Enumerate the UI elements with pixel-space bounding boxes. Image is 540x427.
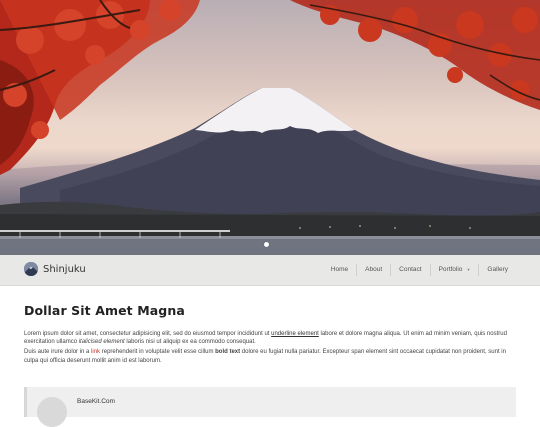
avatar bbox=[37, 397, 67, 427]
mountain-landscape-illustration bbox=[0, 0, 540, 255]
page-title: Dollar Sit Amet Magna bbox=[24, 303, 185, 318]
chevron-down-icon: ▼ bbox=[466, 267, 471, 272]
nav-portfolio-label: Portfolio bbox=[438, 266, 463, 273]
paragraph-1: Lorem ipsum dolor sit amet, consectetur … bbox=[24, 330, 516, 346]
nav-gallery-label: Gallery bbox=[487, 266, 508, 273]
main-content: Dollar Sit Amet Magna Lorem ipsum dolor … bbox=[24, 303, 516, 365]
bold-text: bold text bbox=[215, 349, 241, 356]
mountain-logo-icon bbox=[24, 262, 38, 276]
paragraph-2: Duis aute irure dolor in a link reprehen… bbox=[24, 348, 516, 364]
brand-name: Shinjuku bbox=[43, 263, 86, 275]
brand[interactable]: Shinjuku bbox=[24, 262, 86, 276]
nav-contact-label: Contact bbox=[399, 266, 422, 273]
hero-banner-image bbox=[0, 0, 540, 255]
navbar: Shinjuku Home About Contact Portfolio ▼ … bbox=[0, 255, 540, 286]
nav-home-label: Home bbox=[330, 266, 349, 273]
p1-text-c: laboris nisi ut aliquip ex ea commodo co… bbox=[124, 339, 256, 346]
slider-dot[interactable] bbox=[264, 242, 269, 247]
nav-item-home[interactable]: Home bbox=[323, 264, 356, 276]
italic-element: italicised element bbox=[78, 339, 125, 346]
underline-element: underline element bbox=[271, 331, 319, 337]
nav-item-gallery[interactable]: Gallery bbox=[478, 264, 516, 276]
nav-about-label: About bbox=[365, 266, 383, 273]
inline-link[interactable]: link bbox=[91, 349, 100, 355]
testimonial-box: BaseKit.Com bbox=[24, 387, 516, 427]
nav-item-portfolio[interactable]: Portfolio ▼ bbox=[429, 264, 479, 276]
nav-item-about[interactable]: About bbox=[356, 264, 390, 276]
p2-text-a: Duis aute irure dolor in a bbox=[24, 349, 92, 356]
testimonial-author: BaseKit.Com bbox=[77, 398, 115, 405]
p2-text-b: reprehenderit in voluptate velit esse ci… bbox=[100, 349, 216, 356]
nav-item-contact[interactable]: Contact bbox=[390, 264, 429, 276]
p1-text-a: Lorem ipsum dolor sit amet, consectetur … bbox=[24, 331, 272, 337]
main-nav: Home About Contact Portfolio ▼ Gallery bbox=[323, 255, 516, 285]
